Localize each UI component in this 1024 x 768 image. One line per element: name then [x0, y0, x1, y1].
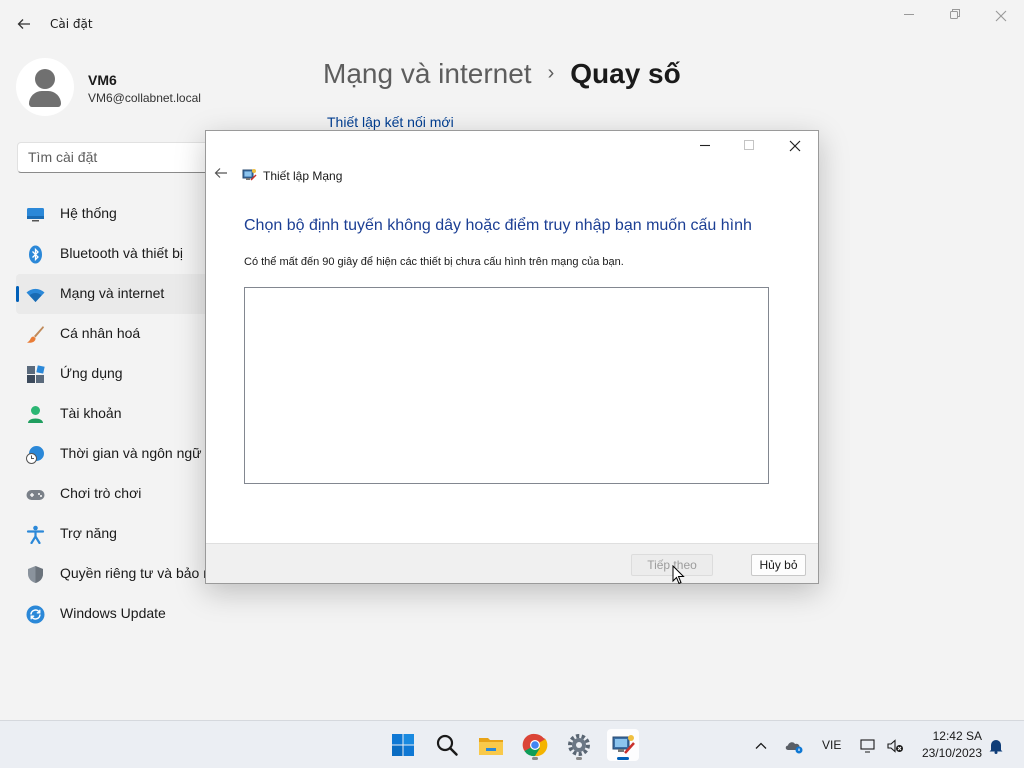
- globe-clock-icon: [26, 446, 44, 464]
- sidebar-item-system[interactable]: Hệ thống: [16, 194, 216, 234]
- dialog-minimize-button[interactable]: [683, 133, 727, 161]
- sidebar-item-label: Tài khoản: [60, 405, 122, 421]
- user-name: VM6: [88, 72, 117, 88]
- dialog-footer: Tiếp theo Hủy bỏ: [206, 543, 818, 583]
- restore-icon: [950, 9, 960, 19]
- accessibility-icon: [26, 525, 45, 544]
- bell-icon: [989, 739, 1003, 754]
- arrow-left-icon: [17, 19, 30, 29]
- running-indicator: [617, 757, 629, 760]
- running-indicator: [576, 757, 582, 760]
- app-title: Cài đặt: [50, 17, 93, 31]
- breadcrumb-current: Quay số: [570, 58, 681, 89]
- arrow-left-icon: [214, 168, 227, 178]
- maximize-icon: [744, 140, 754, 150]
- sync-icon: [26, 605, 45, 624]
- sidebar-item-label: Quyền riêng tư và bảo mật: [60, 565, 227, 581]
- sidebar-item-label: Thời gian và ngôn ngữ: [60, 445, 202, 461]
- monitor-icon: [27, 208, 44, 222]
- paintbrush-icon: [27, 326, 44, 343]
- sidebar-item-bluetooth[interactable]: Bluetooth và thiết bị: [16, 234, 216, 274]
- close-button[interactable]: [981, 6, 1021, 28]
- volume-muted-icon: [887, 739, 903, 753]
- gamepad-icon: [26, 490, 45, 500]
- start-button[interactable]: [387, 729, 419, 761]
- search-icon: [436, 734, 458, 756]
- minimize-icon: [700, 144, 710, 147]
- dialog-heading: Chọn bộ định tuyến không dây hoặc điểm t…: [244, 217, 752, 234]
- person-icon: [28, 406, 43, 423]
- close-icon: [789, 140, 801, 152]
- breadcrumb-parent[interactable]: Mạng và internet: [323, 58, 532, 89]
- start-icon: [392, 734, 414, 756]
- sidebar-item-label: Windows Update: [60, 605, 166, 621]
- sidebar-item-apps[interactable]: Ứng dụng: [16, 354, 216, 394]
- show-hidden-icons-button[interactable]: [754, 721, 770, 768]
- wifi-icon: [26, 288, 45, 302]
- sidebar-item-label: Hệ thống: [60, 205, 117, 221]
- onedrive-tray[interactable]: [784, 721, 804, 768]
- sidebar-item-label: Mạng và internet: [60, 285, 165, 301]
- back-button[interactable]: [14, 14, 34, 34]
- network-setup-dialog: Thiết lập Mạng Chọn bộ định tuyến không …: [205, 130, 819, 584]
- taskbar-file-explorer[interactable]: [475, 729, 507, 761]
- taskbar: VIE 12:42 SA 23/10/2023: [0, 720, 1024, 768]
- page-title: Mạng và internet › Quay số: [323, 58, 681, 90]
- sidebar-item-gaming[interactable]: Chơi trò chơi: [16, 474, 216, 514]
- language-indicator[interactable]: VIE: [822, 721, 841, 768]
- network-tray[interactable]: [860, 721, 878, 768]
- sidebar-item-accounts[interactable]: Tài khoản: [16, 394, 216, 434]
- user-email: VM6@collabnet.local: [88, 91, 201, 105]
- volume-tray[interactable]: [886, 721, 904, 768]
- search-input[interactable]: Tìm cài đặt: [17, 142, 217, 173]
- device-list[interactable]: [244, 287, 769, 484]
- clock-date[interactable]: 23/10/2023: [920, 746, 982, 760]
- taskbar-network-setup[interactable]: [607, 729, 639, 761]
- mouse-cursor-icon: [672, 565, 685, 585]
- sidebar-item-windows-update[interactable]: Windows Update: [16, 594, 216, 634]
- sidebar-item-label: Ứng dụng: [60, 365, 123, 381]
- minimize-icon: [904, 14, 914, 15]
- dialog-close-button[interactable]: [773, 133, 817, 161]
- network-disconnected-icon: [860, 739, 875, 753]
- taskbar-settings[interactable]: [563, 729, 595, 761]
- clock-time[interactable]: 12:42 SA: [920, 729, 982, 743]
- sidebar-item-network[interactable]: Mạng và internet: [16, 274, 216, 314]
- onedrive-icon: [785, 742, 803, 754]
- active-indicator: [16, 286, 19, 302]
- file-explorer-icon: [479, 738, 503, 755]
- sidebar-nav: Hệ thống Bluetooth và thiết bị Mạng và i…: [16, 194, 227, 634]
- notifications-button[interactable]: [988, 721, 1004, 768]
- dialog-description: Có thể mất đến 90 giây để hiện các thiết…: [244, 256, 624, 268]
- running-indicator: [532, 757, 538, 760]
- title-bar: Cài đặt: [0, 0, 1024, 48]
- close-icon: [995, 10, 1007, 22]
- sidebar-item-accessibility[interactable]: Trợ năng: [16, 514, 216, 554]
- network-setup-icon: [242, 169, 257, 181]
- cancel-button[interactable]: Hủy bỏ: [751, 554, 806, 576]
- shield-icon: [28, 566, 43, 583]
- minimize-button[interactable]: [889, 6, 929, 28]
- sidebar-item-label: Chơi trò chơi: [60, 485, 142, 501]
- restore-button[interactable]: [935, 6, 975, 28]
- dialog-back-button[interactable]: [212, 166, 230, 184]
- taskbar-chrome[interactable]: [519, 729, 551, 761]
- sidebar-item-label: Cá nhân hoá: [60, 325, 141, 341]
- sidebar-item-privacy[interactable]: Quyền riêng tư và bảo mật: [16, 554, 227, 594]
- dialog-title: Thiết lập Mạng: [263, 169, 343, 183]
- new-connection-link[interactable]: Thiết lập kết nối mới: [327, 114, 454, 130]
- taskbar-search-button[interactable]: [431, 729, 463, 761]
- sidebar-item-label: Trợ năng: [60, 525, 117, 541]
- chevron-right-icon: ›: [547, 62, 555, 84]
- sidebar-item-personalization[interactable]: Cá nhân hoá: [16, 314, 216, 354]
- avatar: [16, 58, 74, 116]
- chevron-up-icon: [755, 742, 767, 749]
- sidebar-item-time-language[interactable]: Thời gian và ngôn ngữ: [16, 434, 216, 474]
- dialog-maximize-button: [727, 133, 771, 161]
- bluetooth-icon: [29, 245, 42, 264]
- apps-icon: [27, 365, 45, 383]
- sidebar-item-label: Bluetooth và thiết bị: [60, 245, 183, 261]
